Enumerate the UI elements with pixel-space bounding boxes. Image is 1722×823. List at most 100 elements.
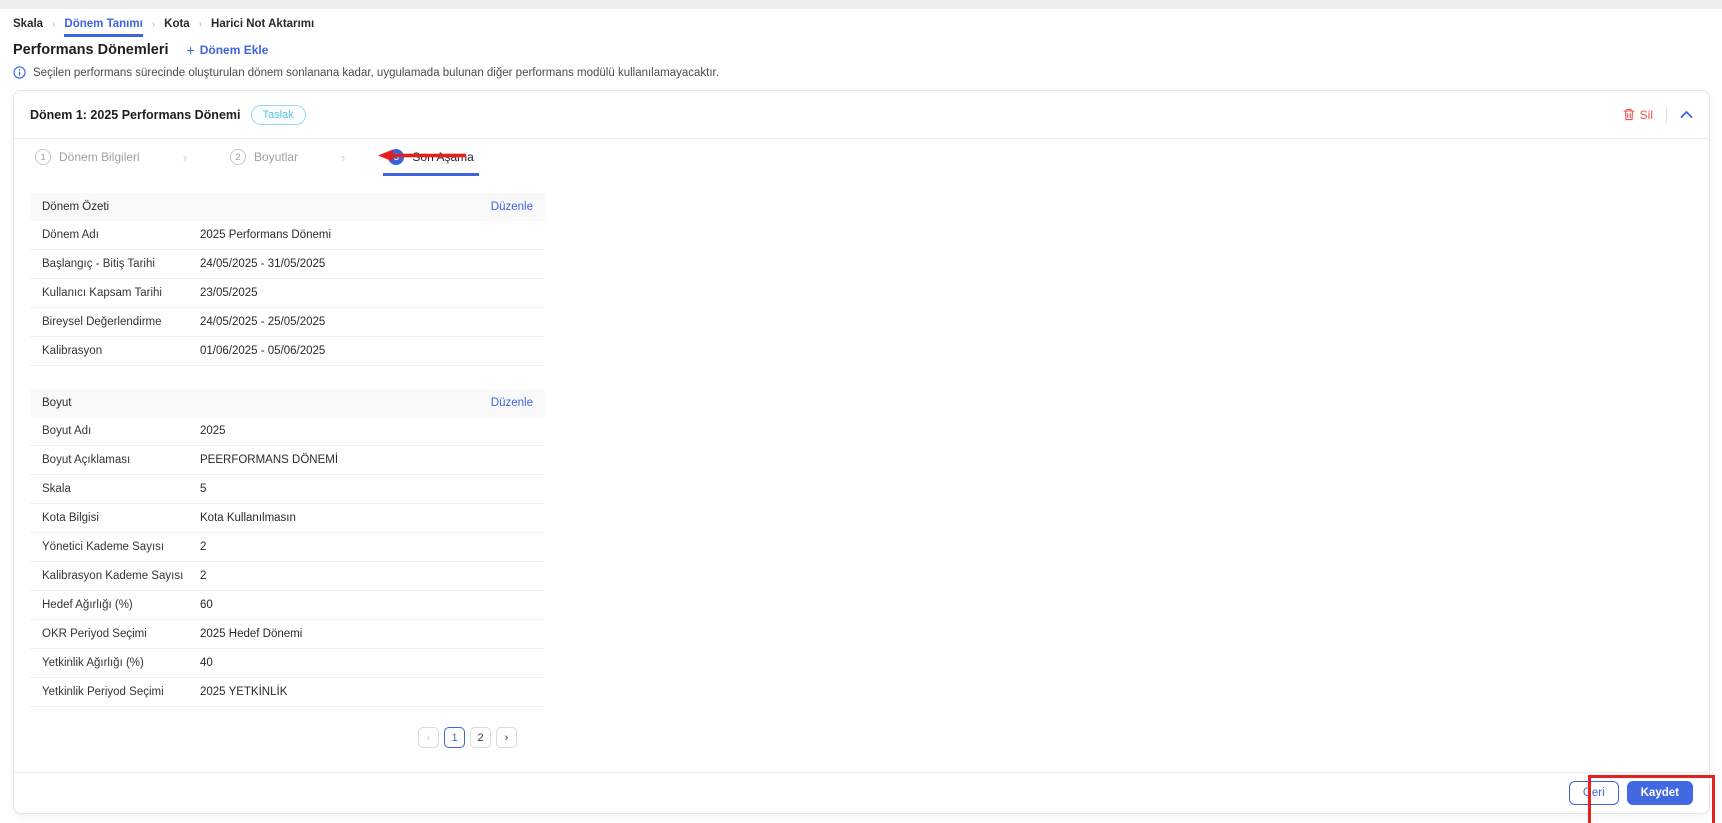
title-row: Performans Dönemleri + Dönem Ekle (13, 42, 1722, 58)
edit-button[interactable]: Düzenle (491, 201, 533, 213)
top-strip (0, 0, 1722, 9)
table-row: Skala 5 (30, 475, 545, 504)
chevron-right-icon: › (182, 150, 188, 165)
breadcrumb-item-kota[interactable]: Kota (164, 18, 190, 34)
row-label: OKR Periyod Seçimi (42, 628, 147, 640)
card-content: Dönem Özeti Düzenle Dönem Adı 2025 Perfo… (14, 176, 1709, 748)
chevron-right-icon: › (198, 19, 203, 30)
pagination: ‹ 1 2 › (418, 727, 1693, 748)
delete-label: Sil (1639, 107, 1653, 122)
delete-button[interactable]: Sil (1623, 108, 1653, 122)
table-row: OKR Periyod Seçimi 2025 Hedef Dönemi (30, 620, 545, 649)
step-number-badge: 3 (388, 149, 405, 165)
period-card-title: Dönem 1: 2025 Performans Dönemi (30, 107, 241, 122)
row-value: Kota Kullanılmasın (200, 512, 296, 524)
pagination-page-1-button[interactable]: 1 (444, 727, 465, 748)
step-number-badge: 1 (35, 149, 51, 165)
row-value: 2025 YETKİNLİK (200, 686, 288, 698)
breadcrumb: Skala › Dönem Tanımı › Kota › Harici Not… (13, 18, 1722, 37)
table-row: Hedef Ağırlığı (%) 60 (30, 591, 545, 620)
chevron-right-icon: › (151, 19, 156, 30)
row-value: 2 (200, 570, 207, 582)
row-value: 60 (200, 599, 213, 611)
table-row: Boyut Açıklaması PEERFORMANS DÖNEMİ (30, 446, 545, 475)
edit-button[interactable]: Düzenle (491, 397, 533, 409)
plus-icon: + (186, 42, 195, 58)
period-card: Dönem 1: 2025 Performans Dönemi Taslak S… (13, 90, 1710, 814)
row-value: 01/06/2025 - 05/06/2025 (200, 345, 326, 357)
divider (1666, 106, 1667, 123)
step-number-badge: 2 (230, 149, 247, 165)
page-title: Performans Dönemleri (13, 42, 169, 58)
table-row: Bireysel Değerlendirme 24/05/2025 - 25/0… (30, 308, 545, 337)
page: Skala › Dönem Tanımı › Kota › Harici Not… (0, 18, 1722, 823)
card-footer: Geri Kaydet (14, 772, 1709, 813)
add-period-button[interactable]: + Dönem Ekle (187, 42, 269, 58)
info-icon (13, 66, 26, 79)
step-donem-bilgileri[interactable]: 1 Dönem Bilgileri (30, 149, 145, 173)
row-label: Yönetici Kademe Sayısı (42, 541, 165, 553)
step-label: Son Aşama (412, 150, 474, 164)
row-value: 40 (200, 657, 213, 669)
row-value: 23/05/2025 (200, 287, 258, 299)
section-title: Boyut (42, 397, 72, 409)
row-label: Boyut Açıklaması (42, 454, 131, 466)
table-row: Boyut Adı 2025 (30, 417, 545, 446)
breadcrumb-item-harici-not-aktarimi[interactable]: Harici Not Aktarımı (211, 18, 314, 34)
row-value: 2025 Performans Dönemi (200, 229, 332, 241)
table-row: Dönem Adı 2025 Performans Dönemi (30, 221, 545, 250)
row-label: Bireysel Değerlendirme (42, 316, 162, 328)
table-row: Kota Bilgisi Kota Kullanılmasın (30, 504, 545, 533)
table-row: Başlangıç - Bitiş Tarihi 24/05/2025 - 31… (30, 250, 545, 279)
table-row: Yönetici Kademe Sayısı 2 (30, 533, 545, 562)
pagination-next-button[interactable]: › (496, 727, 517, 748)
section-header: Dönem Özeti Düzenle (30, 193, 545, 221)
row-value: 2 (200, 541, 207, 553)
status-badge: Taslak (250, 104, 306, 125)
pagination-page-2-button[interactable]: 2 (470, 727, 491, 748)
step-label: Dönem Bilgileri (59, 150, 140, 164)
table-row: Kalibrasyon Kademe Sayısı 2 (30, 562, 545, 591)
table-row: Yetkinlik Ağırlığı (%) 40 (30, 649, 545, 678)
row-label: Skala (42, 483, 71, 495)
info-text: Seçilen performans sürecinde oluşturulan… (33, 66, 719, 79)
add-period-label: Dönem Ekle (199, 43, 269, 57)
section-donem-ozeti: Dönem Özeti Düzenle Dönem Adı 2025 Perfo… (30, 193, 545, 366)
collapse-button[interactable] (1680, 110, 1693, 119)
row-value: 24/05/2025 - 25/05/2025 (200, 316, 326, 328)
trash-icon (1623, 108, 1635, 121)
row-label: Hedef Ağırlığı (%) (42, 599, 133, 611)
row-label: Kota Bilgisi (42, 512, 99, 524)
table-row: Kalibrasyon 01/06/2025 - 05/06/2025 (30, 337, 545, 366)
chevron-right-icon: › (341, 150, 346, 165)
row-label: Yetkinlik Ağırlığı (%) (42, 657, 144, 669)
back-button[interactable]: Geri (1568, 781, 1619, 805)
step-son-asama[interactable]: 3 Son Aşama (383, 149, 479, 176)
row-value: 2025 (200, 425, 226, 437)
row-label: Kalibrasyon (42, 345, 103, 357)
row-label: Dönem Adı (42, 229, 99, 241)
section-title: Dönem Özeti (42, 201, 110, 213)
table-row: Kullanıcı Kapsam Tarihi 23/05/2025 (30, 279, 545, 308)
table-row: Yetkinlik Periyod Seçimi 2025 YETKİNLİK (30, 678, 545, 707)
row-value: 5 (200, 483, 207, 495)
row-label: Başlangıç - Bitiş Tarihi (42, 258, 155, 270)
row-label: Kullanıcı Kapsam Tarihi (42, 287, 162, 299)
save-button[interactable]: Kaydet (1626, 781, 1693, 805)
step-label: Boyutlar (254, 150, 299, 164)
info-row: Seçilen performans sürecinde oluşturulan… (13, 66, 1722, 79)
row-label: Yetkinlik Periyod Seçimi (42, 686, 164, 698)
step-boyutlar[interactable]: 2 Boyutlar (225, 149, 303, 173)
row-label: Kalibrasyon Kademe Sayısı (42, 570, 184, 582)
pagination-prev-button[interactable]: ‹ (418, 727, 439, 748)
chevron-up-icon (1680, 111, 1693, 118)
wizard-stepper: 1 Dönem Bilgileri › 2 Boyutlar › 3 Son A… (14, 139, 1709, 176)
card-header: Dönem 1: 2025 Performans Dönemi Taslak S… (14, 91, 1709, 139)
row-value: 24/05/2025 - 31/05/2025 (200, 258, 326, 270)
breadcrumb-item-skala[interactable]: Skala (13, 18, 43, 34)
chevron-right-icon: › (52, 19, 56, 30)
row-value: 2025 Hedef Dönemi (200, 628, 303, 640)
section-boyut: Boyut Düzenle Boyut Adı 2025 Boyut Açıkl… (30, 389, 545, 707)
breadcrumb-item-donem-tanimi[interactable]: Dönem Tanımı (64, 18, 143, 37)
section-header: Boyut Düzenle (30, 389, 545, 417)
